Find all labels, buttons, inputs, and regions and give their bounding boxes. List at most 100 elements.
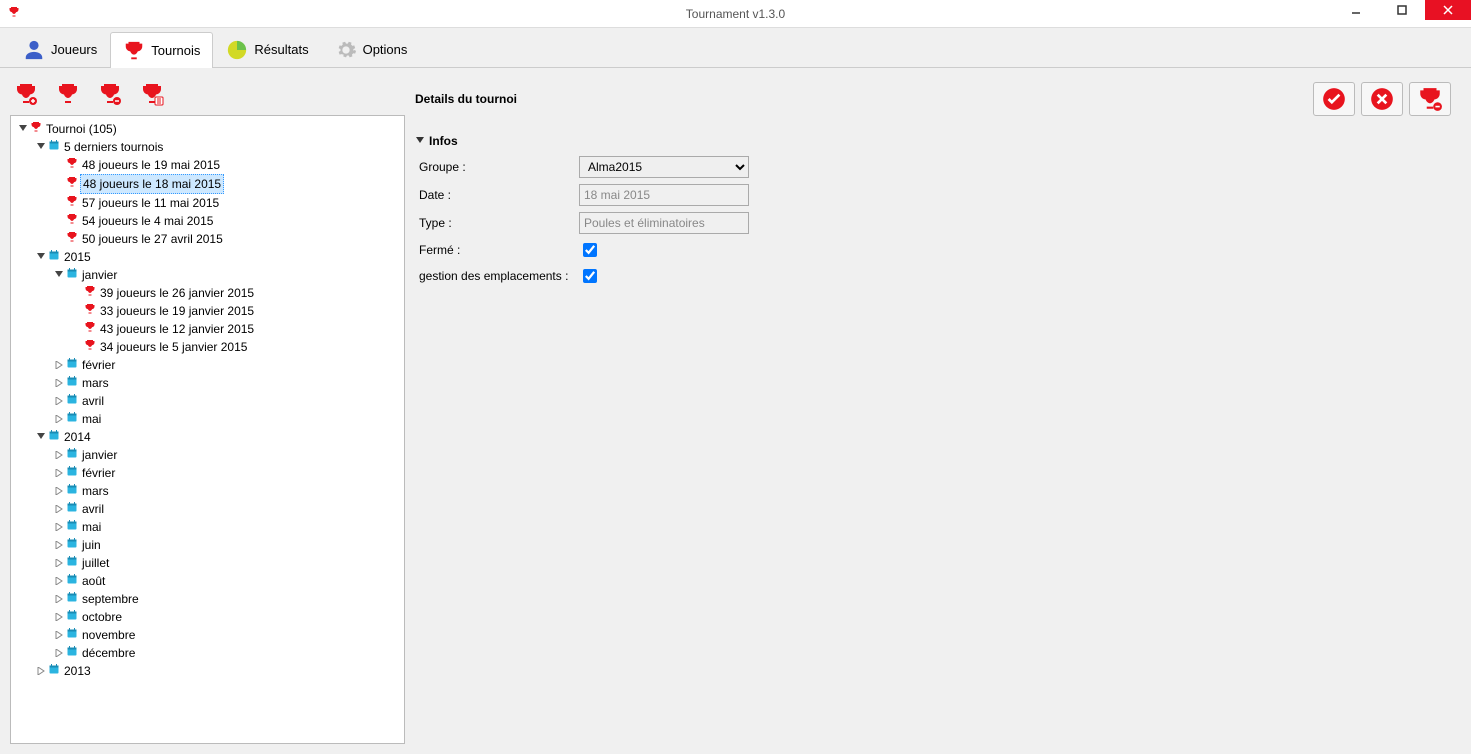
tree-tournament[interactable]: 43 joueurs le 12 janvier 2015 (71, 320, 402, 338)
calendar-icon (48, 428, 60, 446)
trophy-icon (66, 230, 78, 248)
tree-label: juillet (80, 554, 111, 572)
tree-year-2013[interactable]: 2013 (35, 662, 402, 680)
details-form: Groupe : Alma2015 Date : Type : Fermé : … (415, 156, 1451, 292)
tree-label: 48 joueurs le 19 mai 2015 (80, 156, 222, 174)
type-field (579, 212, 749, 234)
tree-month[interactable]: mai (53, 518, 402, 536)
tree-month[interactable]: décembre (53, 644, 402, 662)
tree-month[interactable]: juillet (53, 554, 402, 572)
chevron-icon (54, 486, 64, 496)
tree-tournament[interactable]: 54 joueurs le 4 mai 2015 (53, 212, 402, 230)
tree-label: avril (80, 500, 106, 518)
tree-root[interactable]: Tournoi (105) (17, 120, 402, 138)
tree-month[interactable]: mai (53, 410, 402, 428)
tournament-tree[interactable]: Tournoi (105)5 derniers tournois48 joueu… (10, 115, 405, 744)
tree-label: avril (80, 392, 106, 410)
tab-label: Résultats (254, 42, 308, 57)
calendar-icon (66, 572, 78, 590)
app-icon (8, 6, 20, 21)
tree-month[interactable]: février (53, 464, 402, 482)
tree-label: novembre (80, 626, 137, 644)
remove-tournament-button[interactable] (98, 82, 122, 109)
tree-month[interactable]: janvier (53, 266, 402, 284)
tree-label: Tournoi (105) (44, 120, 119, 138)
calendar-icon (48, 138, 60, 156)
chevron-icon (54, 504, 64, 514)
close-button[interactable] (1425, 0, 1471, 20)
trophy-icon (66, 212, 78, 230)
tree-tournament[interactable]: 48 joueurs le 18 mai 2015 (53, 174, 402, 194)
chevron-icon (54, 414, 64, 424)
tree-label: 2014 (62, 428, 93, 446)
tree-label: 33 joueurs le 19 janvier 2015 (98, 302, 256, 320)
tree-label: octobre (80, 608, 124, 626)
export-tournament-button[interactable] (140, 82, 164, 109)
chevron-icon (54, 378, 64, 388)
tree-recent[interactable]: 5 derniers tournois (35, 138, 402, 156)
tree-month[interactable]: juin (53, 536, 402, 554)
emplacements-checkbox[interactable] (583, 269, 597, 283)
tree-month[interactable]: avril (53, 392, 402, 410)
edit-tournament-button[interactable] (56, 82, 80, 109)
tree-month[interactable]: mars (53, 482, 402, 500)
calendar-icon (66, 374, 78, 392)
trophy-icon (123, 40, 145, 62)
tab-options[interactable]: Options (322, 31, 421, 67)
tree-label: mai (80, 410, 103, 428)
tab-resultats[interactable]: Résultats (213, 31, 321, 67)
tree-tournament[interactable]: 57 joueurs le 11 mai 2015 (53, 194, 402, 212)
window-controls (1333, 0, 1471, 20)
section-label: Infos (429, 134, 458, 148)
window-title: Tournament v1.3.0 (686, 7, 785, 21)
tree-year-2015[interactable]: 2015 (35, 248, 402, 266)
add-tournament-button[interactable] (14, 82, 38, 109)
tree-month[interactable]: novembre (53, 626, 402, 644)
maximize-button[interactable] (1379, 0, 1425, 20)
cancel-button[interactable] (1361, 82, 1403, 116)
trophy-icon (84, 338, 96, 356)
emplacements-label: gestion des emplacements : (419, 269, 579, 283)
tree-tournament[interactable]: 39 joueurs le 26 janvier 2015 (71, 284, 402, 302)
ferme-checkbox[interactable] (583, 243, 597, 257)
trophy-icon (84, 284, 96, 302)
client-area: Tournoi (105)5 derniers tournois48 joueu… (0, 68, 1471, 754)
calendar-icon (66, 482, 78, 500)
delete-tournament-button[interactable] (1409, 82, 1451, 116)
tree-tournament[interactable]: 34 joueurs le 5 janvier 2015 (71, 338, 402, 356)
tree-label: septembre (80, 590, 141, 608)
tree-month[interactable]: août (53, 572, 402, 590)
chevron-icon (54, 160, 64, 170)
tree-tournament[interactable]: 50 joueurs le 27 avril 2015 (53, 230, 402, 248)
tree-year-2014[interactable]: 2014 (35, 428, 402, 446)
calendar-icon (66, 410, 78, 428)
confirm-button[interactable] (1313, 82, 1355, 116)
chevron-icon (54, 594, 64, 604)
trophy-icon (66, 175, 78, 193)
tree-month[interactable]: janvier (53, 446, 402, 464)
chevron-icon (54, 360, 64, 370)
tree-tournament[interactable]: 48 joueurs le 19 mai 2015 (53, 156, 402, 174)
trophy-icon (66, 194, 78, 212)
tree-month[interactable]: mars (53, 374, 402, 392)
type-label: Type : (419, 216, 579, 230)
tree-month[interactable]: avril (53, 500, 402, 518)
tree-label: 39 joueurs le 26 janvier 2015 (98, 284, 256, 302)
calendar-icon (66, 392, 78, 410)
calendar-icon (66, 518, 78, 536)
calendar-icon (66, 356, 78, 374)
tab-joueurs[interactable]: Joueurs (10, 31, 110, 67)
tree-tournament[interactable]: 33 joueurs le 19 janvier 2015 (71, 302, 402, 320)
groupe-select[interactable]: Alma2015 (579, 156, 749, 178)
tree-month[interactable]: octobre (53, 608, 402, 626)
minimize-button[interactable] (1333, 0, 1379, 20)
calendar-icon (48, 662, 60, 680)
section-infos[interactable]: Infos (415, 134, 1451, 148)
chevron-icon (54, 270, 64, 280)
tab-tournois[interactable]: Tournois (110, 32, 213, 68)
tree-toolbar (10, 78, 405, 115)
tree-month[interactable]: septembre (53, 590, 402, 608)
pie-icon (226, 39, 248, 61)
tree-label: février (80, 464, 117, 482)
tree-month[interactable]: février (53, 356, 402, 374)
